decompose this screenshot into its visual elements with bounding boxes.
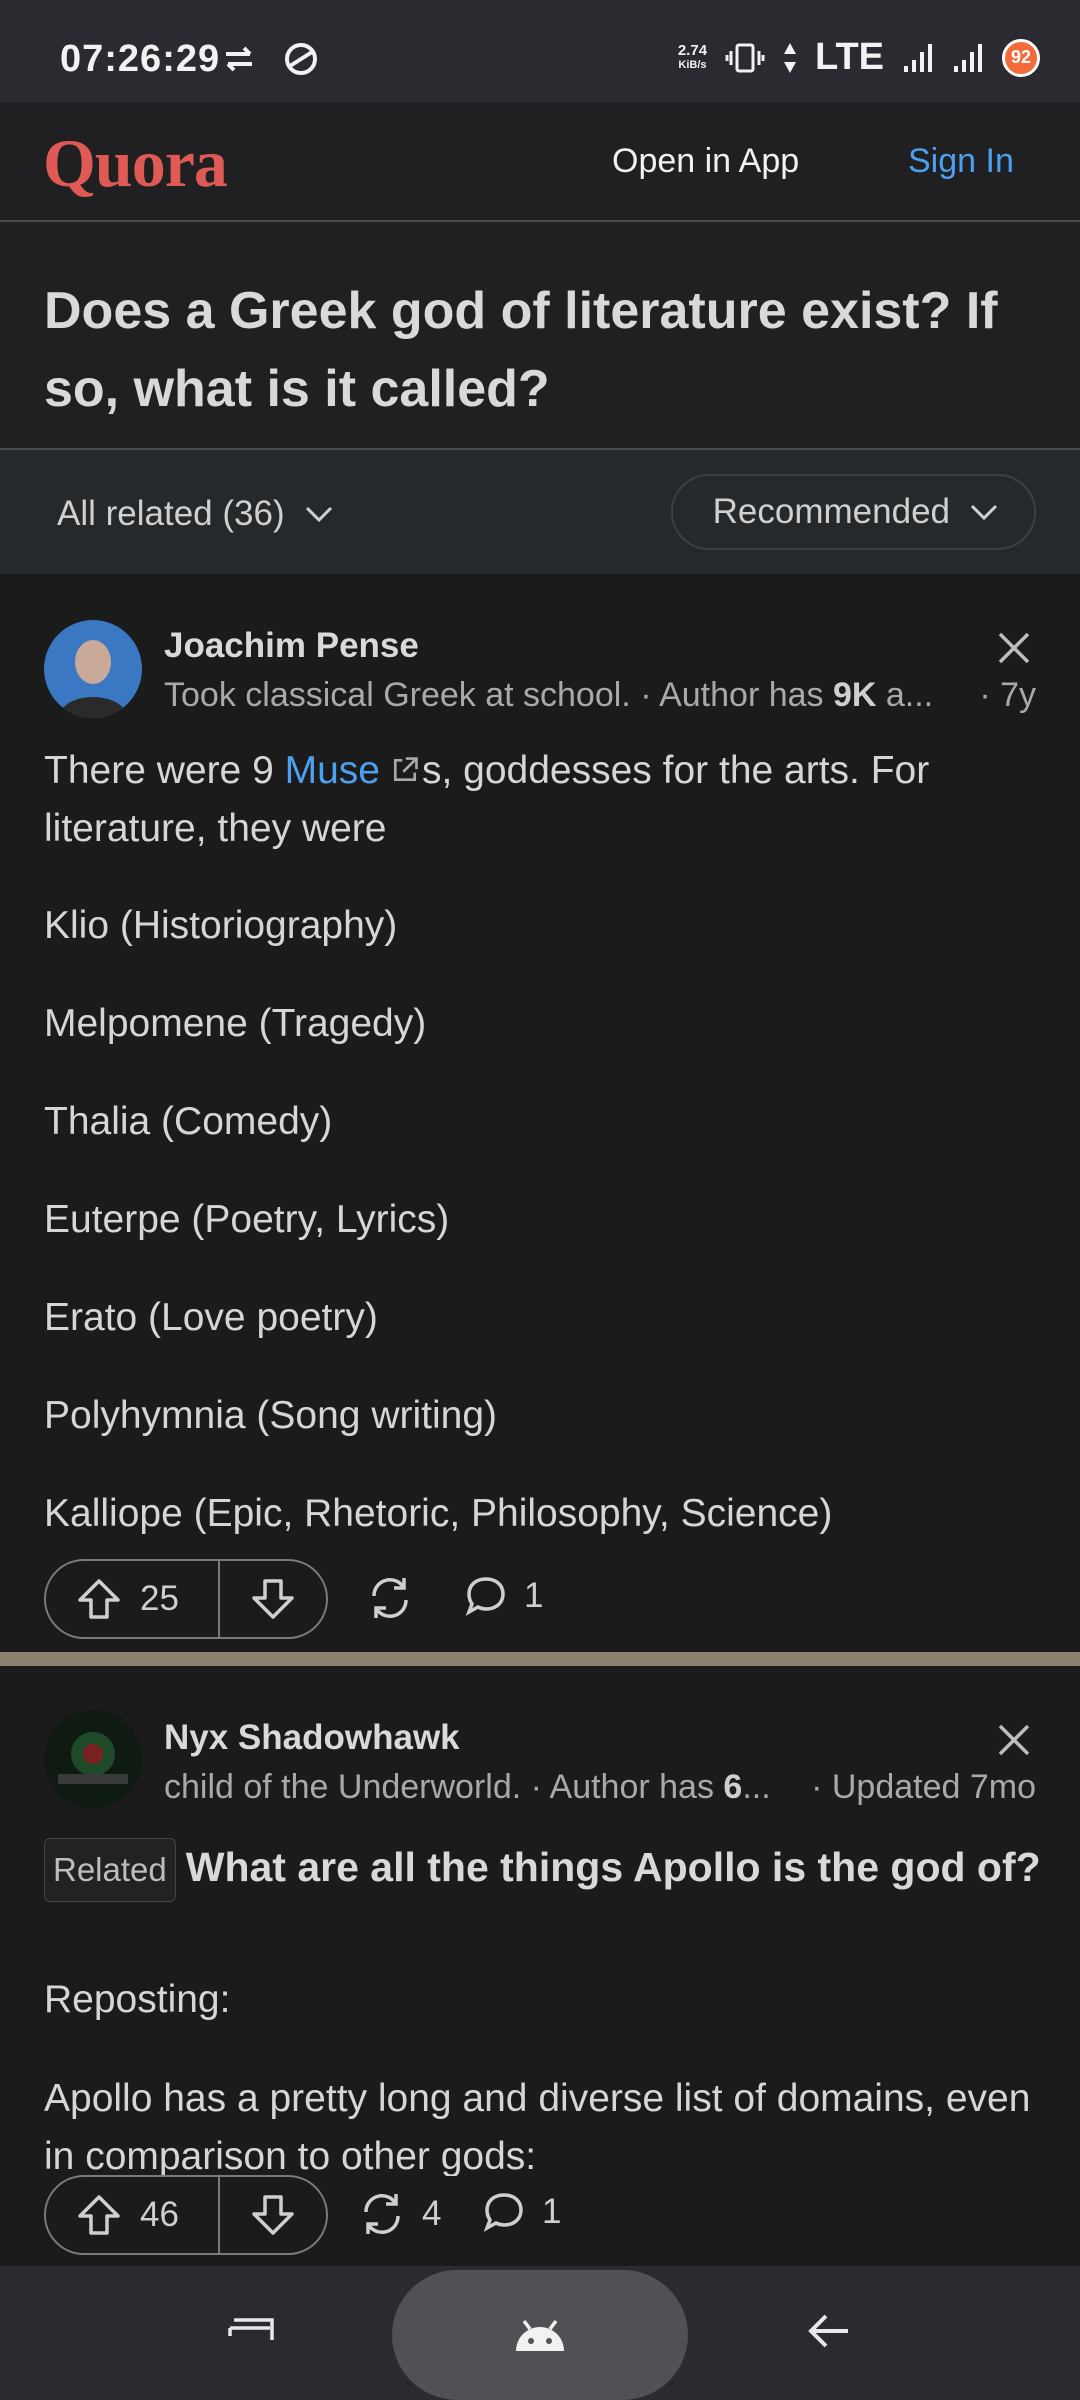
status-bar: 07:26:29 2.74 KiB/s LTE 92 xyxy=(0,0,1080,102)
related-question-text: What are all the things Apollo is the go… xyxy=(185,1844,1041,1890)
vote-control: 46 xyxy=(44,2175,328,2255)
muse-link[interactable]: Muse xyxy=(285,749,380,792)
close-icon[interactable] xyxy=(996,630,1032,666)
network-type: LTE xyxy=(815,36,884,78)
battery-indicator: 92 xyxy=(1002,38,1040,77)
answer-card: Joachim Pense Took classical Greek at sc… xyxy=(0,574,1080,1652)
list-item: Thalia (Comedy) xyxy=(44,1100,333,1143)
vpn-icon xyxy=(285,43,317,75)
reshare-icon xyxy=(372,1578,408,1618)
chevron-down-icon xyxy=(305,506,332,523)
reshare-icon xyxy=(364,2194,400,2234)
credential-count: 6 xyxy=(723,1768,743,1806)
answer-text-preview: Apollo has a pretty long and diverse lis… xyxy=(44,2077,1031,2176)
home-button[interactable] xyxy=(392,2270,688,2400)
status-left-icons xyxy=(222,40,320,78)
question-header: Does a Greek god of literature exist? If… xyxy=(0,222,1080,450)
close-icon[interactable] xyxy=(996,1722,1032,1758)
credential-text: child of the Underworld. · Author has xyxy=(164,1768,724,1806)
answer-age: · Updated 7mo xyxy=(811,1768,1036,1806)
credential-count: 9K xyxy=(832,676,877,714)
sort-label: Recommended xyxy=(712,492,950,531)
credential-ellipsis: ... xyxy=(742,1768,771,1806)
status-right-icons: 2.74 KiB/s LTE 92 xyxy=(678,36,1040,79)
author-photo-icon xyxy=(44,1710,142,1808)
share-button[interactable]: 4 xyxy=(358,2190,441,2238)
system-nav-bar xyxy=(0,2266,1080,2400)
status-time: 07:26:29 xyxy=(60,38,221,80)
all-related-dropdown[interactable]: All related (36) xyxy=(57,494,333,534)
list-item: Erato (Love poetry) xyxy=(44,1296,378,1339)
recent-apps-icon[interactable] xyxy=(226,2310,276,2350)
list-item: Klio (Historiography) xyxy=(44,904,398,947)
back-arrow-icon[interactable] xyxy=(806,2308,852,2354)
author-credential[interactable]: Took classical Greek at school. · Author… xyxy=(164,676,933,715)
answer-card: Nyx Shadowhawk child of the Underworld. … xyxy=(0,1666,1080,2266)
data-transfer-icon xyxy=(226,46,252,72)
share-count: 4 xyxy=(422,2194,442,2233)
sign-in-button[interactable]: Sign In xyxy=(908,142,1014,181)
app-header: Quora Open in App Sign In xyxy=(0,102,1080,222)
downvote-arrow-icon xyxy=(252,1579,294,1619)
downvote-button[interactable] xyxy=(220,1561,326,1637)
network-speed: 2.74 KiB/s xyxy=(678,43,707,73)
android-icon xyxy=(516,2319,564,2351)
related-tag: Related xyxy=(44,1838,176,1903)
quora-logo[interactable]: Quora xyxy=(43,124,228,203)
all-related-label: All related (36) xyxy=(57,494,285,533)
answer-age: · 7y xyxy=(979,676,1036,714)
upvote-button[interactable]: 46 xyxy=(46,2177,220,2253)
answer-intro: There were 9 Muse s, goddesses for the ar… xyxy=(44,742,1044,858)
list-item: Kalliope (Epic, Rhetoric, Philosophy, Sc… xyxy=(44,1492,833,1535)
upvote-count: 46 xyxy=(140,2195,179,2234)
network-speed-value: 2.74 xyxy=(677,41,708,59)
downvote-arrow-icon xyxy=(252,2195,294,2235)
list-item: Euterpe (Poetry, Lyrics) xyxy=(44,1198,450,1241)
upvote-arrow-icon xyxy=(78,2195,120,2235)
sort-dropdown[interactable]: Recommended xyxy=(670,474,1036,550)
comment-count: 1 xyxy=(542,2192,562,2231)
credential-text: Took classical Greek at school. · Author… xyxy=(164,676,833,714)
list-item: Melpomene (Tragedy) xyxy=(44,1002,427,1045)
question-title: Does a Greek god of literature exist? If… xyxy=(44,282,998,418)
comment-button[interactable]: 1 xyxy=(482,2190,561,2234)
answer-text: Reposting: xyxy=(44,1978,231,2021)
upvote-count: 25 xyxy=(140,1579,179,1618)
author-photo-icon xyxy=(44,620,142,718)
data-arrows-icon xyxy=(784,42,797,73)
share-button[interactable] xyxy=(366,1574,430,1622)
comment-icon xyxy=(483,2193,523,2232)
network-speed-unit: KiB/s xyxy=(678,58,707,71)
upvote-button[interactable]: 25 xyxy=(46,1561,220,1637)
vibrate-icon xyxy=(725,43,765,72)
downvote-button[interactable] xyxy=(220,2177,326,2253)
avatar[interactable] xyxy=(44,620,142,718)
card-divider xyxy=(0,1652,1080,1666)
intro-text: There were 9 xyxy=(44,749,285,792)
filter-bar: All related (36) Recommended xyxy=(0,450,1080,574)
author-name[interactable]: Nyx Shadowhawk xyxy=(164,1718,460,1758)
chevron-down-icon xyxy=(970,504,998,521)
author-name[interactable]: Joachim Pense xyxy=(164,626,419,666)
credential-ellipsis: a... xyxy=(876,676,934,714)
upvote-arrow-icon xyxy=(78,1579,120,1619)
list-item: Polyhymnia (Song writing) xyxy=(44,1394,498,1437)
related-question-link[interactable]: Related What are all the things Apollo is… xyxy=(44,1838,1044,1903)
comment-icon xyxy=(465,1577,505,1616)
signal-icon-2 xyxy=(954,43,982,72)
avatar[interactable] xyxy=(44,1710,142,1808)
author-credential[interactable]: child of the Underworld. · Author has 6.… xyxy=(164,1768,771,1807)
signal-icon xyxy=(904,43,932,72)
external-link-icon[interactable] xyxy=(388,755,422,785)
vote-control: 25 xyxy=(44,1559,328,1639)
comment-count: 1 xyxy=(524,1576,544,1615)
comment-button[interactable]: 1 xyxy=(464,1574,543,1618)
open-in-app-button[interactable]: Open in App xyxy=(612,142,799,181)
